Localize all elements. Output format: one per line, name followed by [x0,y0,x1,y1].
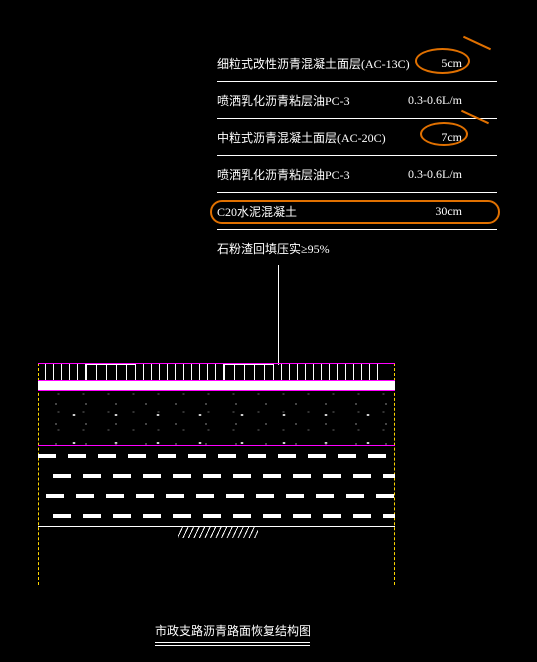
concrete-layer [38,391,395,446]
title-text: 市政支路沥青路面恢复结构图 [155,624,311,638]
drawing-title: 市政支路沥青路面恢复结构图 [155,622,311,646]
layer-text: 中粒式沥青混凝土面层(AC-20C) [217,129,386,146]
ground-hatch-icon [178,526,258,538]
title-underline [155,642,310,643]
title-underline [155,645,310,646]
layer-text: 喷洒乳化沥青粘层油PC-3 [217,166,350,183]
annotation-circle-icon [420,122,468,146]
annotation-circle-icon [210,200,500,224]
leader-line [278,265,279,365]
layer-text: 石粉渣回填压实≥95% [217,240,330,257]
layer-row: 石粉渣回填压实≥95% [217,230,497,267]
layer-value: 0.3-0.6L/m [408,167,462,182]
binder-layer [38,381,395,391]
subgrade-layer [38,446,395,526]
layer-text: 喷洒乳化沥青粘层油PC-3 [217,92,350,109]
cross-section-diagram [38,363,395,585]
asphalt-surface-layer [38,363,395,381]
layer-row: 喷洒乳化沥青粘层油PC-3 0.3-0.6L/m [217,82,497,119]
layer-value: 0.3-0.6L/m [408,93,462,108]
annotation-circle-icon [415,48,470,74]
layer-row: 喷洒乳化沥青粘层油PC-3 0.3-0.6L/m [217,156,497,193]
layer-text: 细粒式改性沥青混凝土面层(AC-13C) [217,55,410,72]
layer-label-list: 细粒式改性沥青混凝土面层(AC-13C) 5cm 喷洒乳化沥青粘层油PC-3 0… [217,45,497,267]
